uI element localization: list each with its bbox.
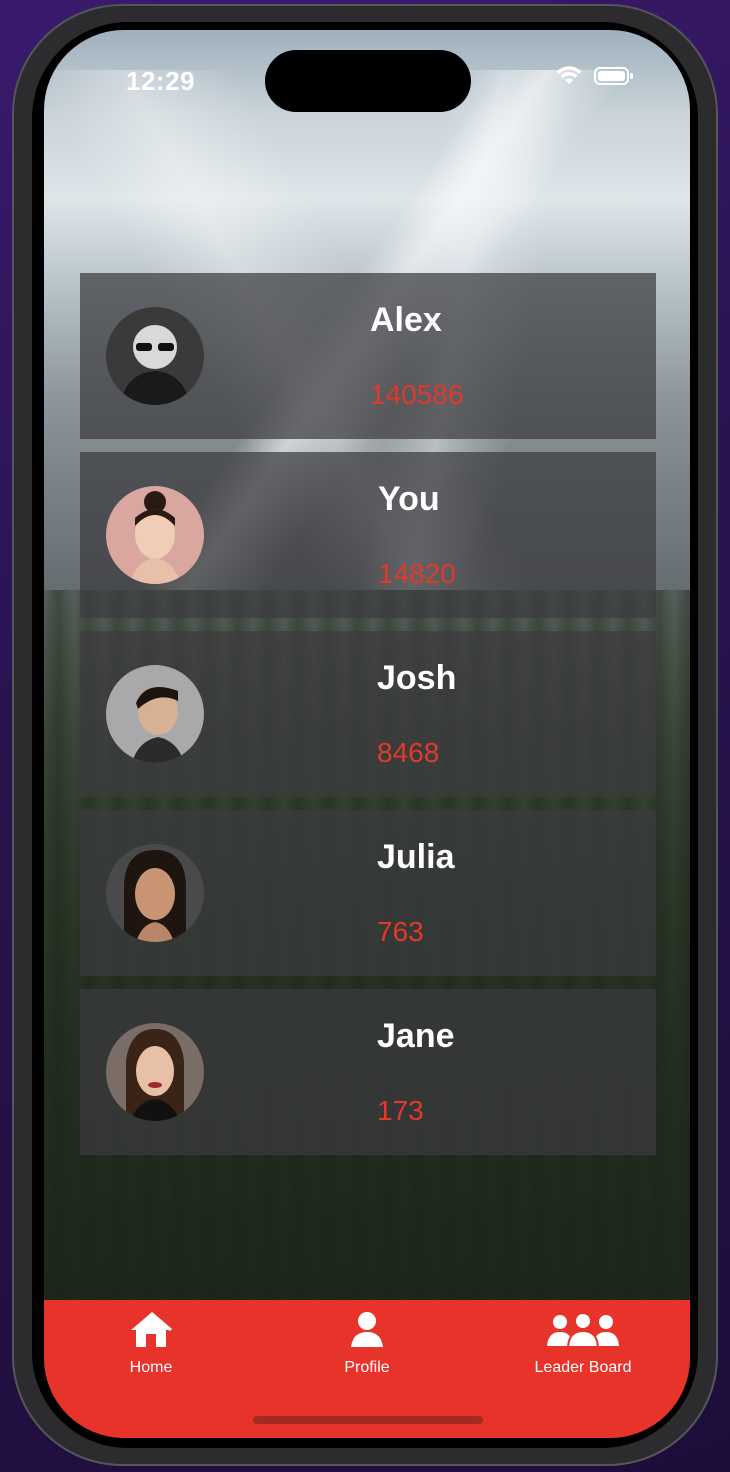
dynamic-island xyxy=(265,50,471,112)
users-group-icon xyxy=(545,1310,621,1355)
tab-profile[interactable]: Profile xyxy=(267,1310,467,1380)
app-screen: 12:29 Alex 140586 You 14820 Josh 8468 Ju… xyxy=(44,30,690,1438)
player-score: 763 xyxy=(377,916,424,947)
leaderboard-list: Alex 140586 You 14820 Josh 8468 Julia 76… xyxy=(80,273,656,1168)
player-name: Julia xyxy=(377,838,455,876)
tab-leaderboard-label: Leader Board xyxy=(534,1359,632,1376)
leaderboard-row[interactable]: Julia 763 xyxy=(80,810,656,976)
player-name: You xyxy=(378,480,440,518)
tab-bar: Home Profile Leader Board xyxy=(44,1300,690,1438)
leaderboard-row[interactable]: You 14820 xyxy=(80,452,656,618)
player-name: Alex xyxy=(370,301,442,339)
tab-home-label: Home xyxy=(129,1359,173,1376)
player-score: 8468 xyxy=(377,737,440,768)
woman-avatar xyxy=(106,844,204,942)
young-man-avatar xyxy=(106,665,204,763)
tab-profile-label: Profile xyxy=(344,1359,390,1376)
tab-leaderboard[interactable]: Leader Board xyxy=(483,1310,683,1380)
leaderboard-row[interactable]: Alex 140586 xyxy=(80,273,656,439)
home-icon xyxy=(128,1310,174,1355)
player-name: Jane xyxy=(377,1017,455,1055)
player-score: 14820 xyxy=(378,558,456,589)
status-time: 12:29 xyxy=(126,66,195,96)
woman-avatar-2 xyxy=(106,1023,204,1121)
battery-icon xyxy=(594,66,634,86)
leaderboard-row[interactable]: Jane 173 xyxy=(80,989,656,1155)
player-score: 173 xyxy=(377,1095,424,1126)
status-icons xyxy=(556,66,634,86)
home-indicator[interactable] xyxy=(253,1416,483,1424)
person-icon xyxy=(347,1310,387,1355)
player-name: Josh xyxy=(377,659,457,697)
young-woman-avatar xyxy=(106,486,204,584)
leaderboard-row[interactable]: Josh 8468 xyxy=(80,631,656,797)
wifi-icon xyxy=(556,66,582,86)
tab-home[interactable]: Home xyxy=(51,1310,251,1380)
player-score: 140586 xyxy=(370,379,464,410)
older-man-avatar xyxy=(106,307,204,405)
